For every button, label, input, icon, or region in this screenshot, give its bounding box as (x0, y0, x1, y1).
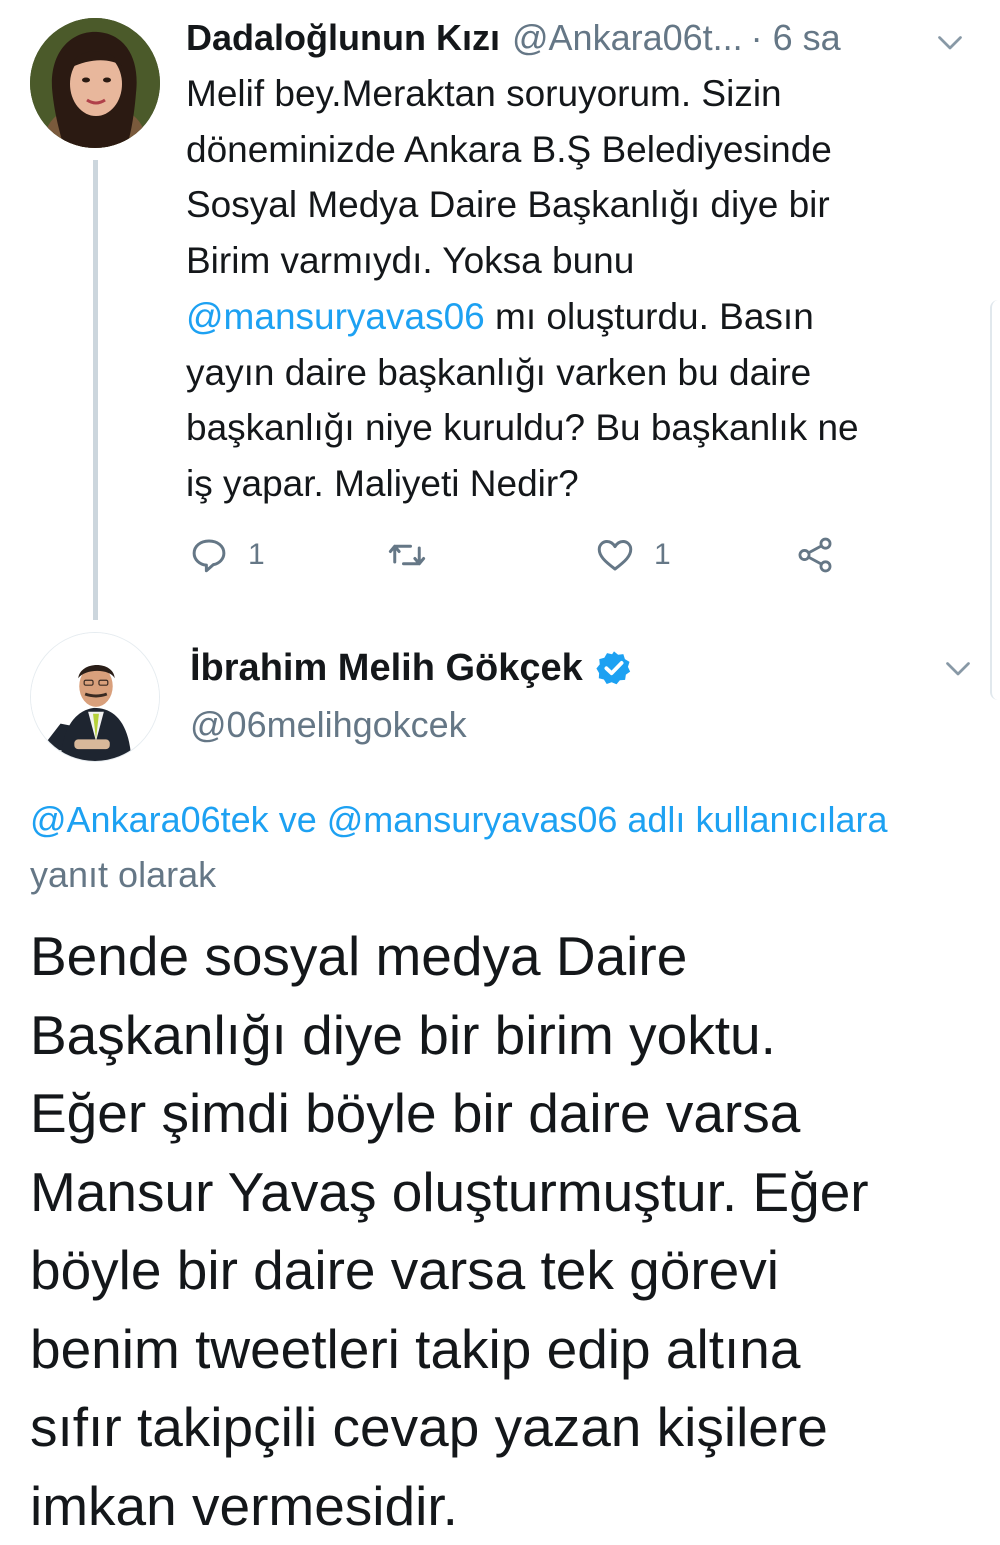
reply-to-others-link[interactable]: adlı kullanıcılara (617, 799, 887, 840)
mention-link[interactable]: @mansuryavas06 (327, 799, 618, 840)
tweet-text-line: Melif bey.Meraktan soruyorum. Sizin (186, 66, 956, 122)
thread-connector-line (93, 160, 98, 620)
mention-link[interactable]: @Ankara06tek (30, 799, 269, 840)
retweet-button[interactable] (386, 532, 428, 578)
share-button[interactable] (794, 532, 836, 578)
tweet-text: Melif bey.Meraktan soruyorum. Sizin döne… (186, 66, 956, 512)
like-button[interactable]: 1 (594, 532, 671, 578)
verified-badge-icon (595, 649, 633, 687)
scrollbar[interactable] (990, 300, 1000, 700)
tweet-text-line: iş yapar. Maliyeti Nedir? (186, 456, 956, 512)
author-name-row: İbrahim Melih Gökçek (190, 640, 633, 696)
tweet-header: Dadaloğlunun Kızı @Ankara06t... · 6 sa (186, 12, 970, 64)
author-name[interactable]: Dadaloğlunun Kızı (186, 17, 500, 59)
tweet-text-line: @mansuryavas06 mı oluşturdu. Basın (186, 289, 956, 345)
reply-button[interactable]: 1 (188, 532, 265, 578)
tweet-text-line: sıfır takipçili cevap yazan kişilere (30, 1388, 980, 1467)
reply-count: 1 (248, 538, 265, 572)
author-handle[interactable]: @06melihgokcek (190, 704, 467, 746)
mention-link[interactable]: @mansuryavas06 (186, 296, 485, 337)
tweet-text-line: Sosyal Medya Daire Başkanlığı diye bir (186, 177, 956, 233)
avatar-image (30, 18, 160, 148)
author-name[interactable]: İbrahim Melih Gökçek (190, 647, 583, 690)
tweet-text-line: başkanlığı niye kuruldu? Bu başkanlık ne (186, 400, 956, 456)
reply-icon (188, 534, 230, 576)
like-icon (594, 534, 636, 576)
avatar[interactable] (30, 632, 160, 762)
tweet-text-line: benim tweetleri takip edip altına (30, 1310, 980, 1389)
author-handle[interactable]: @Ankara06t... (512, 17, 743, 59)
tweet-timestamp[interactable]: · 6 sa (751, 17, 841, 59)
tweet-text-fragment: mı oluşturdu. Basın (485, 296, 814, 337)
chevron-down-icon[interactable] (940, 650, 976, 686)
share-icon (794, 534, 836, 576)
tweet-text-line: böyle bir daire varsa tek görevi (30, 1231, 980, 1310)
reply-to-connector[interactable]: ve (269, 799, 327, 840)
tweet-text-line: Eğer şimdi böyle bir daire varsa (30, 1074, 980, 1153)
like-count: 1 (654, 538, 671, 572)
tweet-text-line: imkan vermesidir. (30, 1467, 980, 1545)
avatar[interactable] (30, 18, 160, 148)
tweet-text-line: döneminizde Ankara B.Ş Belediyesinde (186, 122, 956, 178)
tweet-text: Bende sosyal medya Daire Başkanlığı diye… (30, 917, 980, 1545)
tweet-text-line: Mansur Yavaş oluşturmuştur. Eğer (30, 1153, 980, 1232)
tweet-text-line: yayın daire başkanlığı varken bu daire (186, 345, 956, 401)
retweet-icon (386, 534, 428, 576)
tweet-text-line: Bende sosyal medya Daire (30, 917, 980, 996)
avatar-image (31, 633, 159, 761)
replying-to: @Ankara06tek ve @mansuryavas06 adlı kull… (30, 792, 930, 902)
tweet-text-line: Birim varmıydı. Yoksa bunu (186, 233, 956, 289)
chevron-down-icon[interactable] (932, 24, 968, 60)
reply-to-suffix: yanıt olarak (30, 854, 216, 895)
tweet-text-line: Başkanlığı diye bir birim yoktu. (30, 996, 980, 1075)
